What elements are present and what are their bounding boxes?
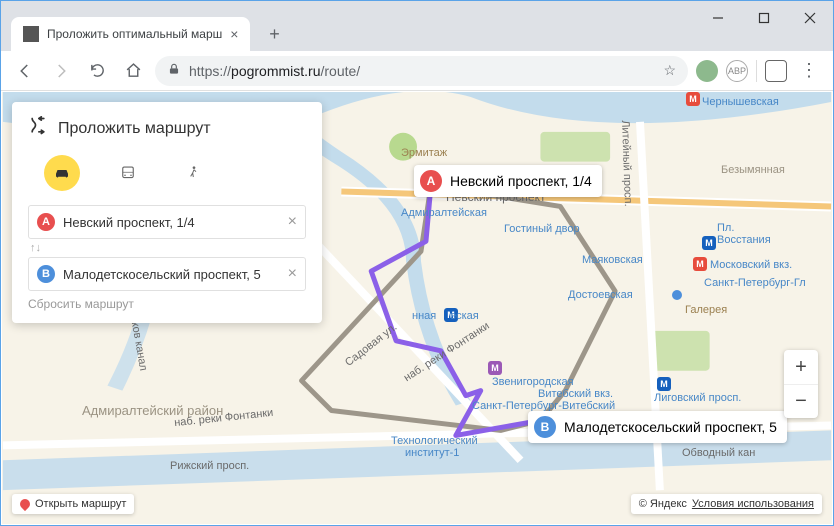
route-panel: Проложить маршрут A Невский проспект, 1/…: [12, 102, 322, 323]
metro-icon: M: [702, 236, 716, 250]
extension-icon-abp[interactable]: ABP: [726, 60, 748, 82]
open-route-label: Открыть маршрут: [35, 498, 126, 510]
address-bar[interactable]: https://pogrommist.ru/route/ ☆: [155, 56, 688, 86]
tab-title: Проложить оптимальный марш: [47, 27, 222, 41]
pin-b-icon: B: [37, 265, 55, 283]
open-route-chip[interactable]: Открыть маршрут: [12, 494, 134, 514]
terms-link[interactable]: Условия использования: [692, 498, 814, 510]
metro-icon: M: [488, 361, 502, 375]
window-close-button[interactable]: [787, 1, 833, 35]
clear-from-button[interactable]: ×: [288, 213, 297, 231]
route-logo-icon: [28, 116, 48, 141]
mode-car-button[interactable]: [44, 155, 80, 191]
browser-titlebar: Проложить оптимальный марш × +: [1, 1, 833, 51]
route-from-text: Невский проспект, 1/4: [63, 215, 280, 230]
copyright-text: © Яндекс: [639, 498, 687, 510]
browser-toolbar: https://pogrommist.ru/route/ ☆ ABP ⋮: [1, 51, 833, 91]
clear-to-button[interactable]: ×: [288, 265, 297, 283]
tab-favicon: [23, 26, 39, 42]
zoom-out-button[interactable]: −: [784, 384, 818, 418]
route-from-input[interactable]: A Невский проспект, 1/4 ×: [28, 205, 306, 239]
extension-icon-1[interactable]: [696, 60, 718, 82]
swap-points-button[interactable]: ↑↓: [30, 242, 306, 254]
pin-a-icon: A: [37, 213, 55, 231]
zoom-control: + −: [784, 350, 818, 418]
mode-transit-button[interactable]: [110, 155, 146, 191]
route-panel-title: Проложить маршрут: [58, 120, 211, 138]
profile-avatar[interactable]: [765, 60, 787, 82]
poi-icon: [672, 290, 682, 300]
metro-icon: M: [686, 92, 700, 106]
browser-menu-button[interactable]: ⋮: [795, 57, 823, 85]
url-text: https://pogrommist.ru/route/: [189, 63, 360, 79]
nav-back-button[interactable]: [11, 57, 39, 85]
pin-a-label: Невский проспект, 1/4: [450, 173, 592, 189]
browser-tab[interactable]: Проложить оптимальный марш ×: [11, 17, 250, 51]
metro-icon: M: [444, 308, 458, 322]
toolbar-separator: [756, 60, 757, 82]
route-to-text: Малодетскосельский проспект, 5: [63, 267, 280, 282]
window-minimize-button[interactable]: [695, 1, 741, 35]
tab-close-icon[interactable]: ×: [230, 26, 238, 42]
zoom-in-button[interactable]: +: [784, 350, 818, 384]
reset-route-link[interactable]: Сбросить маршрут: [28, 297, 306, 311]
route-to-input[interactable]: B Малодетскосельский проспект, 5 ×: [28, 257, 306, 291]
map-pin-a[interactable]: A Невский проспект, 1/4: [414, 165, 602, 197]
map-pin-b[interactable]: B Малодетскосельский проспект, 5: [528, 411, 787, 443]
pin-icon: [18, 497, 32, 511]
pin-b-icon: B: [534, 416, 556, 438]
map-canvas[interactable]: M M M M M M Эрмитаж Невский проспект Адм…: [2, 92, 832, 524]
mode-walk-button[interactable]: [176, 155, 212, 191]
nav-home-button[interactable]: [119, 57, 147, 85]
pin-b-label: Малодетскосельский проспект, 5: [564, 419, 777, 435]
window-maximize-button[interactable]: [741, 1, 787, 35]
pin-a-icon: A: [420, 170, 442, 192]
bookmark-star-icon[interactable]: ☆: [663, 62, 676, 79]
nav-forward-button[interactable]: [47, 57, 75, 85]
map-copyright: © Яндекс Условия использования: [631, 494, 822, 514]
metro-icon: M: [693, 257, 707, 271]
new-tab-button[interactable]: +: [260, 20, 288, 48]
metro-icon: M: [657, 377, 671, 391]
lock-icon: [167, 62, 181, 79]
nav-reload-button[interactable]: [83, 57, 111, 85]
